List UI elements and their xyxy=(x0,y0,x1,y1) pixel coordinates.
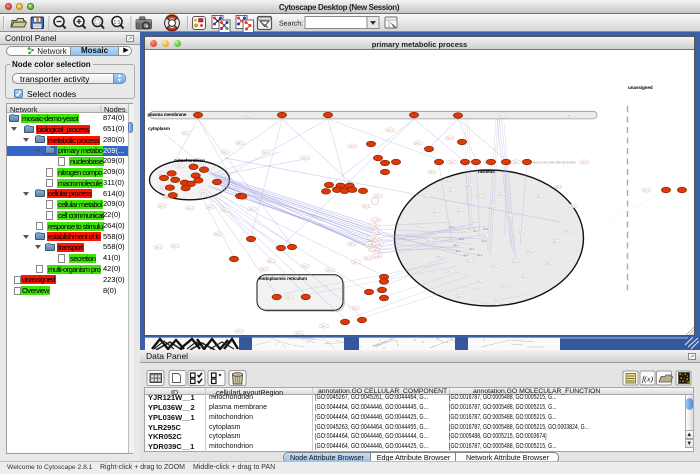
svg-text:[lab..]: [lab..] xyxy=(546,262,552,265)
svg-text:0rf19.2761 0rf19.306 0rf19.3: 0rf19.2761 0rf19.306 0rf19.3041 xyxy=(533,161,576,165)
svg-text:[lab..]: [lab..] xyxy=(321,325,327,328)
svg-text:[lab..]: [lab..] xyxy=(327,269,333,272)
svg-text:[lab..]: [lab..] xyxy=(462,230,468,233)
svg-text:[lab..]: [lab..] xyxy=(427,239,433,242)
svg-text:[lab..]: [lab..] xyxy=(477,280,483,283)
svg-text:lbl.9: lbl.9 xyxy=(456,250,461,253)
svg-text:[lab..]: [lab..] xyxy=(472,220,478,223)
svg-text:[lab..]: [lab..] xyxy=(429,171,435,174)
svg-text:[lab..]: [lab..] xyxy=(352,307,358,310)
svg-text:[lab..]: [lab..] xyxy=(643,189,649,192)
svg-text:[lab..]: [lab..] xyxy=(236,330,242,333)
svg-text:[lab..]: [lab..] xyxy=(363,205,369,208)
svg-text:x_28: x_28 xyxy=(370,237,376,240)
svg-text:1:1: 1:1 xyxy=(114,19,121,25)
svg-text:lbl.5: lbl.5 xyxy=(454,244,459,247)
svg-text:[lab..]: [lab..] xyxy=(261,268,267,271)
svg-text:[lab..]: [lab..] xyxy=(215,233,221,236)
svg-text:[lab..]: [lab..] xyxy=(302,157,308,160)
svg-text:[lab..]: [lab..] xyxy=(581,161,587,164)
svg-text:[lab..]: [lab..] xyxy=(172,245,178,248)
svg-text:x_78: x_78 xyxy=(373,219,379,222)
svg-text:x_58: x_58 xyxy=(374,255,380,258)
svg-text:[lab..]: [lab..] xyxy=(437,255,443,258)
svg-text:lbl.3: lbl.3 xyxy=(478,254,483,257)
svg-text:[lab..]: [lab..] xyxy=(519,230,525,233)
svg-text:[lab..]: [lab..] xyxy=(492,265,498,268)
svg-text:[lab..]: [lab..] xyxy=(477,195,483,198)
svg-text:[lab..]: [lab..] xyxy=(507,215,513,218)
svg-text:[lab..]: [lab..] xyxy=(415,142,421,145)
svg-text:lbl.2: lbl.2 xyxy=(470,248,475,251)
svg-text:[lab..]: [lab..] xyxy=(527,250,533,253)
svg-text:[lab..]: [lab..] xyxy=(296,332,302,335)
svg-text:[lab..]: [lab..] xyxy=(499,193,505,196)
svg-text:[lab..]: [lab..] xyxy=(353,261,359,264)
svg-text:[lab..]: [lab..] xyxy=(570,205,576,208)
svg-text:[lab..]: [lab..] xyxy=(483,235,489,238)
svg-text:[lab..]: [lab..] xyxy=(495,299,501,302)
svg-text:[lab..]: [lab..] xyxy=(207,206,213,209)
svg-text:[lab..]: [lab..] xyxy=(268,260,274,263)
svg-text:[lab..]: [lab..] xyxy=(177,165,183,168)
svg-text:x_68: x_68 xyxy=(368,243,374,246)
svg-text:[lab..]: [lab..] xyxy=(568,114,574,117)
svg-text:[lab..]: [lab..] xyxy=(222,151,228,154)
svg-text:lbl.7: lbl.7 xyxy=(474,230,479,233)
svg-text:[lab..]: [lab..] xyxy=(502,285,508,288)
svg-text:[lab..]: [lab..] xyxy=(155,246,161,249)
svg-text:[lab..]: [lab..] xyxy=(349,145,355,148)
svg-text:[lab..]: [lab..] xyxy=(522,275,528,278)
svg-text:[lab..]: [lab..] xyxy=(263,151,269,154)
svg-text:[lab..]: [lab..] xyxy=(183,132,189,135)
svg-text:lbl.1: lbl.1 xyxy=(460,238,465,241)
svg-text:Search:: Search: xyxy=(279,19,303,27)
svg-text:[lab..]: [lab..] xyxy=(449,161,455,164)
svg-text:[lab..]: [lab..] xyxy=(222,209,228,212)
svg-text:[lab..]: [lab..] xyxy=(433,210,439,213)
svg-text:[lab..]: [lab..] xyxy=(237,142,243,145)
svg-text:[lab..]: [lab..] xyxy=(159,205,165,208)
svg-text:lbl.8: lbl.8 xyxy=(482,240,487,243)
svg-text:[lab..]: [lab..] xyxy=(447,270,453,273)
svg-text:[lab..]: [lab..] xyxy=(365,257,371,260)
svg-text:[lab..]: [lab..] xyxy=(447,137,453,140)
svg-text:[lab..]: [lab..] xyxy=(449,189,455,192)
svg-text:x_48: x_48 xyxy=(371,249,377,252)
svg-text:[lab..]: [lab..] xyxy=(457,209,463,212)
svg-text:[lab..]: [lab..] xyxy=(286,296,292,299)
svg-text:lbl.6: lbl.6 xyxy=(464,254,469,257)
svg-text:[lab..]: [lab..] xyxy=(201,191,207,194)
svg-text:[lab..]: [lab..] xyxy=(375,195,381,198)
svg-text:[lab..]: [lab..] xyxy=(512,260,518,263)
svg-text:[lab..]: [lab..] xyxy=(244,114,250,117)
svg-text:[lab..]: [lab..] xyxy=(187,207,193,210)
svg-text:lbl.0: lbl.0 xyxy=(450,226,455,229)
svg-text:[lab..]: [lab..] xyxy=(349,243,355,246)
svg-text:[lab..]: [lab..] xyxy=(387,129,393,132)
svg-text:[lab..]: [lab..] xyxy=(489,205,495,208)
svg-text:[lab..]: [lab..] xyxy=(423,195,429,198)
svg-text:[lab..]: [lab..] xyxy=(537,195,543,198)
svg-text:[lab..]: [lab..] xyxy=(467,184,473,187)
svg-text:[lab..]: [lab..] xyxy=(553,240,559,243)
svg-text:[lab..]: [lab..] xyxy=(565,230,571,233)
svg-text:[lab..]: [lab..] xyxy=(555,186,561,189)
svg-text:[lab..]: [lab..] xyxy=(302,265,308,268)
svg-text:[lab..]: [lab..] xyxy=(513,161,519,164)
svg-text:x_08: x_08 xyxy=(371,225,377,228)
svg-text:x_18: x_18 xyxy=(374,231,380,234)
svg-text:[lab..]: [lab..] xyxy=(457,295,463,298)
svg-text:[lab..]: [lab..] xyxy=(499,114,505,117)
svg-text:[lab..]: [lab..] xyxy=(249,208,255,211)
svg-text:[lab..]: [lab..] xyxy=(418,225,424,228)
svg-text:[lab..]: [lab..] xyxy=(467,260,473,263)
svg-text:lbl.4: lbl.4 xyxy=(484,228,489,231)
svg-text:[lab..]: [lab..] xyxy=(445,179,451,182)
